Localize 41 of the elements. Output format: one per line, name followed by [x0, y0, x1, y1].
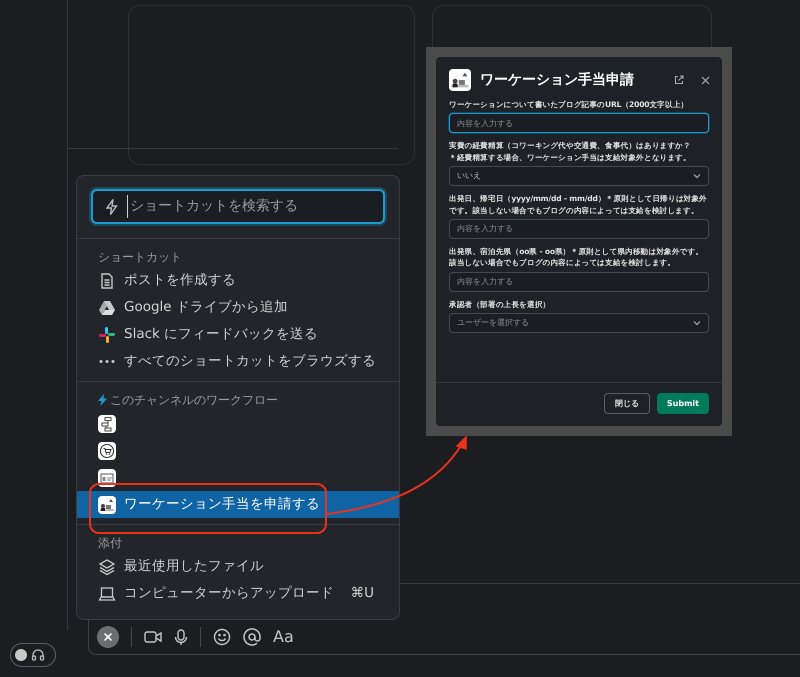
- chevron-icon: [693, 173, 701, 180]
- menu-item[interactable]: Google ドライブから追加: [77, 294, 399, 321]
- input-field[interactable]: 内容を入力する: [449, 272, 709, 292]
- search-field[interactable]: ショートカットを検索する: [91, 189, 385, 224]
- layers-icon: [98, 558, 116, 576]
- input-field[interactable]: 内容を入力する: [449, 113, 709, 134]
- format-button[interactable]: Aa: [273, 629, 294, 645]
- menu-item[interactable]: ポストを作成する: [77, 267, 399, 294]
- headphones-icon: [31, 648, 45, 662]
- menu-item[interactable]: すべてのショートカットをブラウズする: [77, 348, 399, 375]
- close-icon[interactable]: [701, 76, 710, 84]
- more-icon: [98, 360, 116, 363]
- microphone-icon[interactable]: [174, 628, 188, 646]
- chevron-icon: [693, 320, 701, 326]
- emoji-icon[interactable]: [213, 628, 231, 646]
- video-icon[interactable]: [144, 629, 162, 645]
- bolt-icon: [98, 394, 107, 406]
- modal-title: ワーケーション手当申請: [480, 70, 635, 90]
- menu-item[interactable]: 最近使用したファイル: [77, 553, 399, 580]
- huddle-toggle[interactable]: [10, 643, 56, 667]
- select-field[interactable]: ユーザーを選択する: [449, 313, 709, 334]
- external-link-icon[interactable]: [674, 75, 684, 85]
- menu-item[interactable]: ワーケーション手当を申請する: [77, 491, 399, 518]
- close-button[interactable]: 閉じる: [604, 393, 650, 414]
- triangle-icon: [98, 298, 116, 316]
- section-heading: ショートカット: [98, 249, 182, 266]
- select-field[interactable]: いいえ: [449, 166, 709, 186]
- toggle-knob: [15, 649, 27, 661]
- mention-icon[interactable]: [243, 628, 261, 646]
- menu-item[interactable]: コンピューターからアップロード ⌘U: [77, 580, 399, 607]
- close-icon: [104, 633, 112, 641]
- pinwheel-icon: [98, 326, 116, 344]
- cart-icon: [98, 442, 116, 460]
- input-field[interactable]: 内容を入力する: [449, 218, 709, 239]
- section-heading: 添付: [98, 535, 122, 552]
- menu-item[interactable]: Slack にフィードバックを送る: [77, 321, 399, 348]
- close-button[interactable]: [97, 626, 119, 648]
- submit-button[interactable]: Submit: [656, 393, 709, 414]
- section-heading: このチャンネルのワークフロー: [110, 392, 278, 409]
- laptop-icon: [98, 584, 116, 602]
- flowchart-icon: [98, 414, 116, 432]
